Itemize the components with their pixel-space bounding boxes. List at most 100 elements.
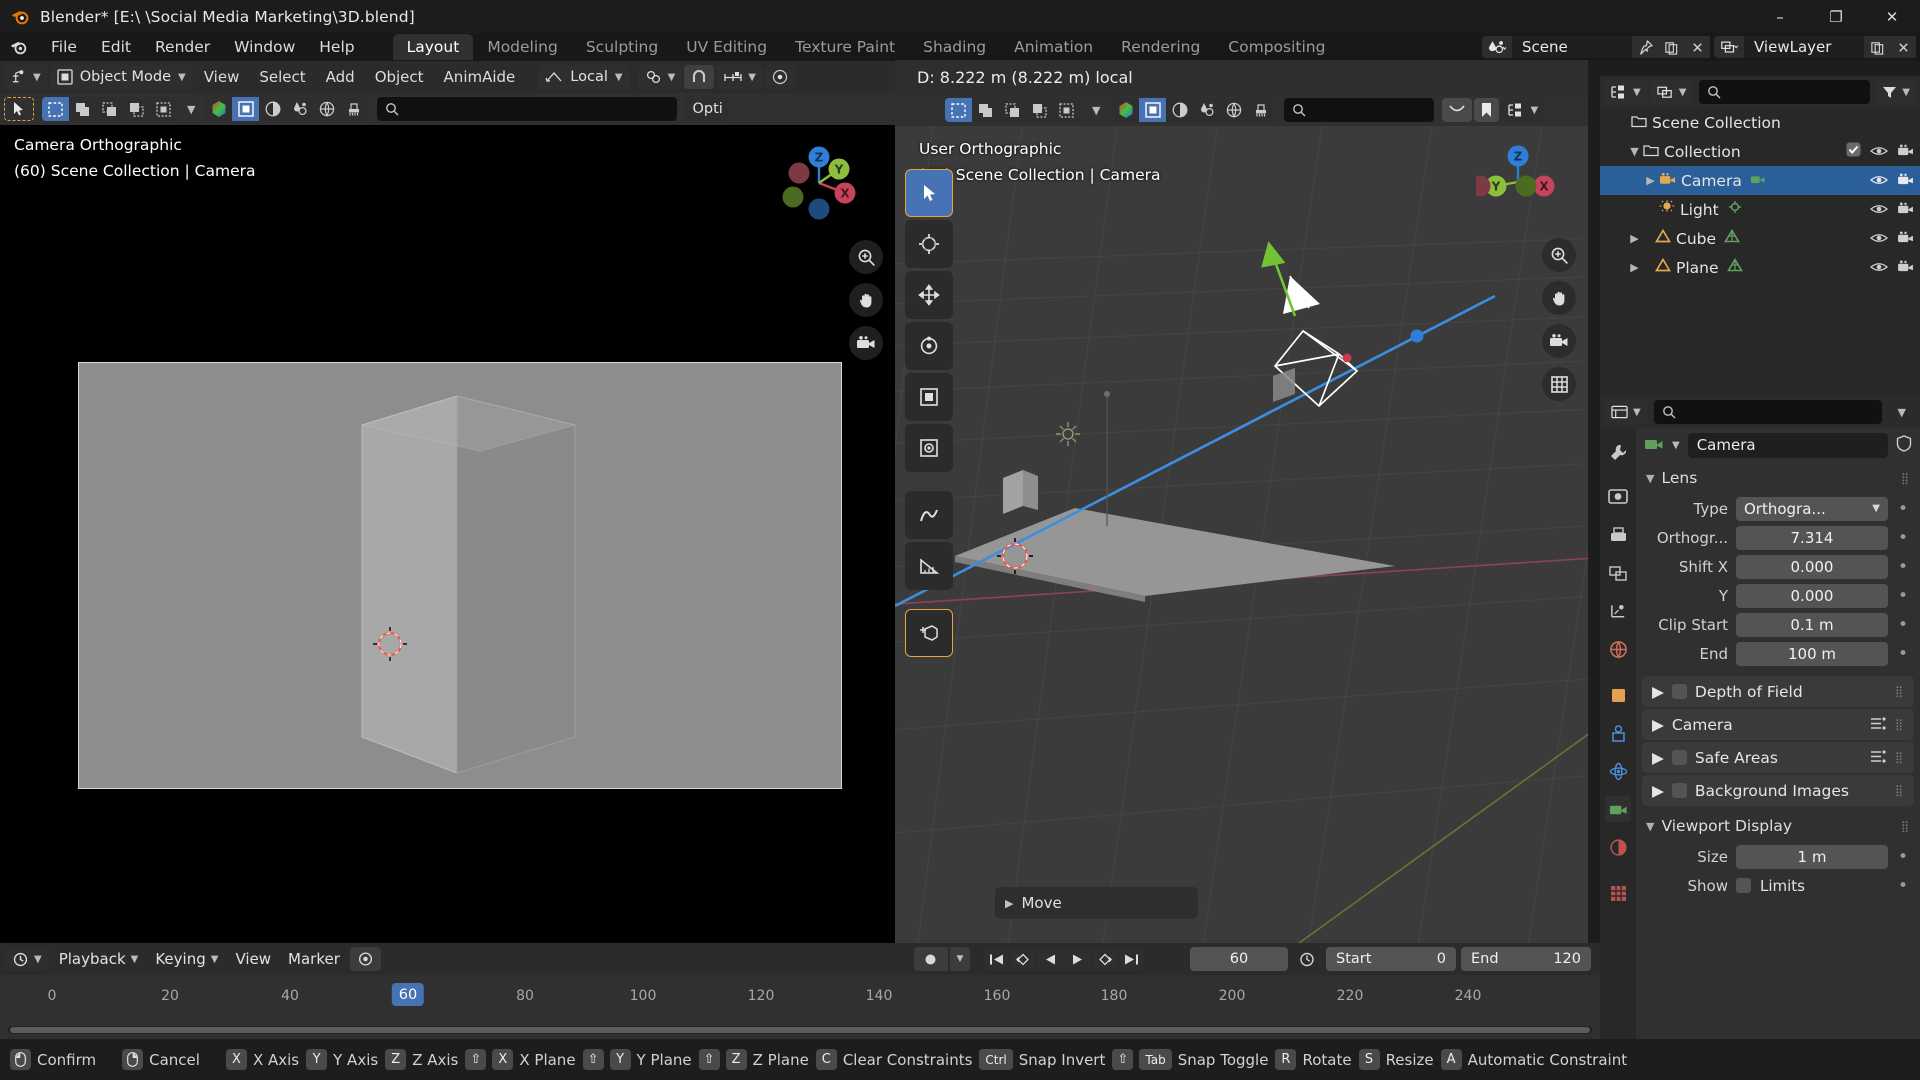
shading-material-icon[interactable] xyxy=(259,97,286,121)
auto-keying-toggle[interactable] xyxy=(349,947,381,971)
panel-header-depth-of-field[interactable]: ▶ Depth of Field ⣿ xyxy=(1642,676,1914,707)
unlink-scene-icon[interactable] xyxy=(1684,36,1710,58)
zoom-icon[interactable] xyxy=(1542,238,1576,272)
tab-texture[interactable] xyxy=(1605,880,1631,906)
proportional-editing-toggle[interactable] xyxy=(764,65,795,89)
tab-view-layer[interactable] xyxy=(1605,560,1631,586)
navigation-gizmo-right[interactable]: Z Y X xyxy=(1469,140,1560,224)
panel-header-lens[interactable]: ▼ Lens ⣿ xyxy=(1636,462,1920,494)
tab-object-data[interactable] xyxy=(1605,796,1631,822)
tab-physics[interactable] xyxy=(1605,758,1631,784)
tab-animation[interactable]: Animation xyxy=(1000,34,1107,60)
animate-property-dot[interactable]: • xyxy=(1896,499,1910,519)
outliner-filter-icon[interactable]: ▼ xyxy=(1876,80,1916,104)
tool-add-cube[interactable] xyxy=(905,609,953,657)
tab-output[interactable] xyxy=(1605,522,1631,548)
outliner-row-collection[interactable]: ▼ Collection xyxy=(1600,137,1920,166)
drag-handle-dots[interactable]: ⣿ xyxy=(1901,820,1910,833)
new-viewlayer-icon[interactable] xyxy=(1864,36,1890,58)
animate-property-dot[interactable]: • xyxy=(1896,528,1910,548)
tab-render[interactable] xyxy=(1605,484,1631,510)
presets-icon[interactable] xyxy=(1870,716,1887,734)
animate-property-dot[interactable]: • xyxy=(1896,847,1910,867)
tab-modeling[interactable]: Modeling xyxy=(473,34,572,60)
operator-redo-panel[interactable]: ▶ Move xyxy=(995,887,1198,919)
select-set-icon[interactable] xyxy=(42,97,69,121)
outliner-row-camera[interactable]: ▶ Camera xyxy=(1600,166,1920,195)
tool-transform[interactable] xyxy=(905,424,953,472)
blender-menu-icon[interactable] xyxy=(9,38,28,57)
timeline-menu-keying[interactable]: Keying ▼ xyxy=(148,947,225,971)
tool-tweak[interactable] xyxy=(905,169,953,217)
tab-object[interactable] xyxy=(1605,682,1631,708)
shading-material-icon[interactable] xyxy=(1166,98,1193,122)
zoom-icon[interactable] xyxy=(849,240,883,274)
shift-y-field[interactable]: 0.000 xyxy=(1736,583,1888,608)
world-icon[interactable] xyxy=(1220,98,1247,122)
animate-property-dot[interactable]: • xyxy=(1896,644,1910,664)
drag-handle-dots[interactable]: ⣿ xyxy=(1895,718,1904,731)
hide-in-viewport-icon[interactable] xyxy=(1869,143,1889,161)
menu-help[interactable]: Help xyxy=(307,35,366,59)
toggle-orthographic-icon[interactable] xyxy=(1542,367,1576,401)
use-preview-range-icon[interactable] xyxy=(1293,947,1321,971)
hide-in-viewport-icon[interactable] xyxy=(1869,230,1889,248)
clip-start-field[interactable]: 0.1 m xyxy=(1736,612,1888,637)
timeline-menu-playback[interactable]: Playback ▼ xyxy=(52,947,146,971)
select-subtract-icon[interactable] xyxy=(999,98,1026,122)
tab-uv-editing[interactable]: UV Editing xyxy=(672,34,781,60)
tool-measure[interactable] xyxy=(905,542,953,590)
animate-property-dot[interactable]: • xyxy=(1896,876,1910,896)
camera-view-icon[interactable] xyxy=(849,326,883,360)
world-icon[interactable] xyxy=(313,97,340,121)
chevron-down-icon[interactable]: ▼ xyxy=(1888,406,1916,419)
playhead[interactable]: 60 xyxy=(391,983,425,1006)
display-size-field[interactable]: 1 m xyxy=(1736,844,1888,869)
shading-solid-icon[interactable] xyxy=(1139,98,1167,122)
frame-start-field[interactable]: Start 0 xyxy=(1326,947,1456,971)
shading-solid-icon[interactable] xyxy=(232,97,260,121)
transform-orientation-selector[interactable]: Local ▼ xyxy=(538,65,630,89)
outliner-row-cube[interactable]: ▶ Cube xyxy=(1600,224,1920,253)
mesh-object-data-icon[interactable] xyxy=(1724,228,1740,248)
safe-areas-checkbox[interactable] xyxy=(1671,750,1687,765)
shading-rendered-icon[interactable] xyxy=(1193,98,1220,122)
disclosure-triangle[interactable]: ▶ xyxy=(1626,261,1643,274)
shield-icon[interactable] xyxy=(1896,434,1912,456)
object-mode-selector[interactable]: Object Mode ▼ xyxy=(49,65,193,89)
menu-file[interactable]: File xyxy=(39,35,89,59)
viewlayer-selector[interactable]: ViewLayer xyxy=(1714,36,1916,58)
prev-keyframe-button[interactable] xyxy=(1010,947,1036,971)
outliner-display-mode-selector[interactable]: ▼ xyxy=(1649,80,1694,104)
timeline-horizontal-scrollbar[interactable] xyxy=(8,1026,1592,1034)
orthographic-scale-field[interactable]: 7.314 xyxy=(1736,525,1888,550)
bookmark-icon[interactable] xyxy=(1474,98,1500,122)
maximize-button[interactable]: ❐ xyxy=(1808,0,1864,33)
select-subtract-icon[interactable] xyxy=(96,97,123,121)
drag-handle-dots[interactable]: ⣿ xyxy=(1901,472,1910,485)
timeline-editor-type-selector[interactable]: ▼ xyxy=(5,947,49,971)
show-limits-checkbox[interactable] xyxy=(1736,878,1751,893)
jump-to-end-button[interactable] xyxy=(1118,947,1144,971)
camera-data-icon[interactable] xyxy=(1644,436,1664,455)
disclosure-triangle[interactable]: ▶ xyxy=(1642,174,1659,187)
scene-selector[interactable]: Scene xyxy=(1482,36,1710,58)
timeline-ruler[interactable]: 0 20 40 60 80 100 120 140 160 180 200 22… xyxy=(0,975,1600,1015)
tab-texture-paint[interactable]: Texture Paint xyxy=(781,34,909,60)
pin-scene-icon[interactable] xyxy=(1632,36,1658,58)
outliner-row-scene-collection[interactable]: Scene Collection xyxy=(1600,108,1920,137)
disclosure-triangle[interactable]: ▼ xyxy=(1626,145,1643,158)
drag-handle-dots[interactable]: ⣿ xyxy=(1895,784,1904,797)
camera-view-icon[interactable] xyxy=(1542,324,1576,358)
hide-in-viewport-icon[interactable] xyxy=(1869,172,1889,190)
tab-material[interactable] xyxy=(1605,834,1631,860)
tab-shading[interactable]: Shading xyxy=(909,34,1000,60)
select-invert-icon[interactable] xyxy=(1026,98,1053,122)
viewlayer-name[interactable]: ViewLayer xyxy=(1744,36,1864,58)
chevron-down-icon[interactable]: ▼ xyxy=(179,103,203,116)
tool-scale[interactable] xyxy=(905,373,953,421)
animate-property-dot[interactable]: • xyxy=(1896,615,1910,635)
animate-property-dot[interactable]: • xyxy=(1896,586,1910,606)
disable-in-render-icon[interactable] xyxy=(1897,172,1914,190)
properties-body[interactable]: ▼ Camera ▼ Lens ⣿ Type Orthogra... ▼ • O… xyxy=(1636,428,1920,1062)
